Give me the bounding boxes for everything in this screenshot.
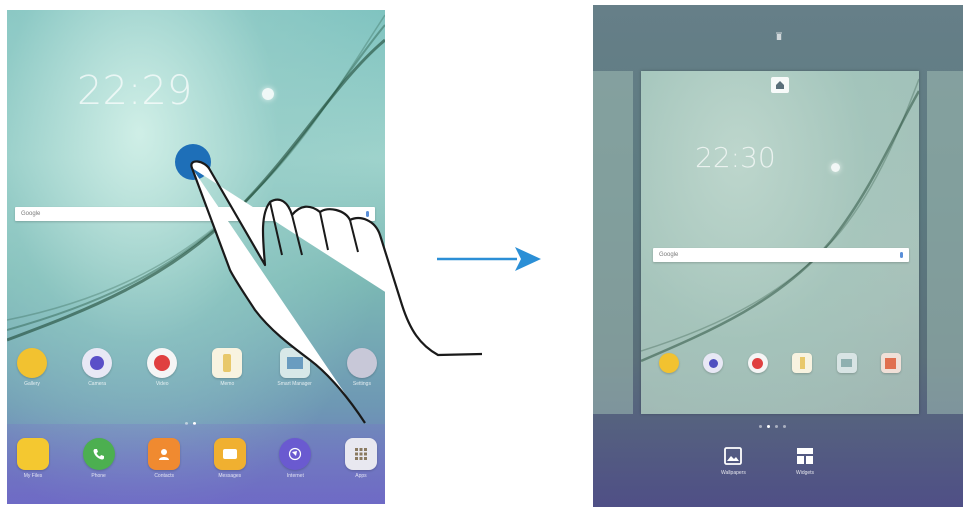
contacts-icon	[148, 438, 181, 470]
app-label: Contacts	[154, 473, 175, 479]
app-label: Video	[155, 381, 169, 387]
weather-icon	[831, 163, 840, 172]
page-preview[interactable]: 22:30 Google	[641, 71, 919, 414]
folder-icon	[17, 438, 49, 470]
search-brand: Google	[21, 211, 41, 217]
prev-page-panel[interactable]	[593, 71, 633, 414]
app-phone[interactable]: Phone	[82, 438, 115, 479]
app-label: Messages	[218, 473, 242, 479]
app-label: Gallery	[24, 381, 40, 387]
wallpapers-icon	[724, 447, 743, 465]
search-brand: Google	[659, 252, 679, 258]
app-camera[interactable]: Camera	[82, 348, 113, 387]
dock-row: My Files Phone Contacts Messages Interne…	[17, 438, 377, 479]
smart-manager-icon	[836, 353, 857, 373]
widgets-option[interactable]: Widgets	[796, 447, 814, 476]
video-icon	[747, 353, 768, 373]
app-label: Camera	[88, 381, 106, 387]
wallpapers-option[interactable]: Wallpapers	[721, 447, 746, 476]
app-label: Apps	[355, 473, 367, 479]
app-memo[interactable]	[792, 353, 813, 373]
apps-grid-icon	[344, 438, 377, 470]
page-dot	[783, 425, 786, 428]
app-video[interactable]	[747, 353, 768, 373]
internet-icon	[279, 438, 312, 470]
messages-icon	[213, 438, 246, 470]
weather-icon	[262, 88, 274, 100]
app-label: My Files	[23, 473, 43, 479]
app-camera[interactable]	[703, 353, 724, 373]
app-gallery[interactable]	[659, 353, 679, 373]
clock-time: 22:29	[77, 68, 193, 114]
camera-icon	[82, 348, 113, 378]
trash-icon[interactable]	[776, 32, 782, 40]
camera-icon	[703, 353, 724, 373]
clock-time: 22:30	[695, 141, 776, 174]
app-settings[interactable]	[880, 353, 901, 373]
widgets-icon	[797, 448, 814, 464]
page-indicator	[759, 425, 786, 428]
page-dot	[775, 425, 778, 428]
gallery-icon	[17, 348, 47, 378]
finger-gesture-illustration	[175, 144, 483, 424]
page-dot-active	[767, 425, 770, 428]
phone-icon	[82, 438, 115, 470]
wallpapers-label: Wallpapers	[721, 470, 746, 476]
gallery-icon	[659, 353, 679, 373]
app-my-files[interactable]: My Files	[17, 438, 49, 479]
app-apps[interactable]: Apps	[344, 438, 377, 479]
app-smart-manager[interactable]	[836, 353, 857, 373]
page-dot	[759, 425, 762, 428]
home-screen-edit-mode: 22:30 Google Wallpapers Widgets	[593, 5, 963, 507]
search-bar[interactable]: Google	[653, 248, 909, 262]
app-row	[659, 353, 901, 373]
widgets-label: Widgets	[796, 470, 815, 476]
home-icon[interactable]	[771, 77, 789, 93]
app-gallery[interactable]: Gallery	[17, 348, 47, 387]
app-internet[interactable]: Internet	[279, 438, 312, 479]
app-messages[interactable]: Messages	[213, 438, 246, 479]
settings-icon	[880, 353, 901, 373]
memo-icon	[792, 353, 813, 373]
hand-icon	[190, 160, 483, 424]
app-contacts[interactable]: Contacts	[148, 438, 181, 479]
mic-icon[interactable]	[900, 252, 903, 258]
app-label: Internet	[286, 473, 304, 479]
next-page-panel[interactable]	[927, 71, 963, 414]
arrow-right-icon	[437, 247, 541, 271]
app-label: Phone	[91, 473, 106, 479]
